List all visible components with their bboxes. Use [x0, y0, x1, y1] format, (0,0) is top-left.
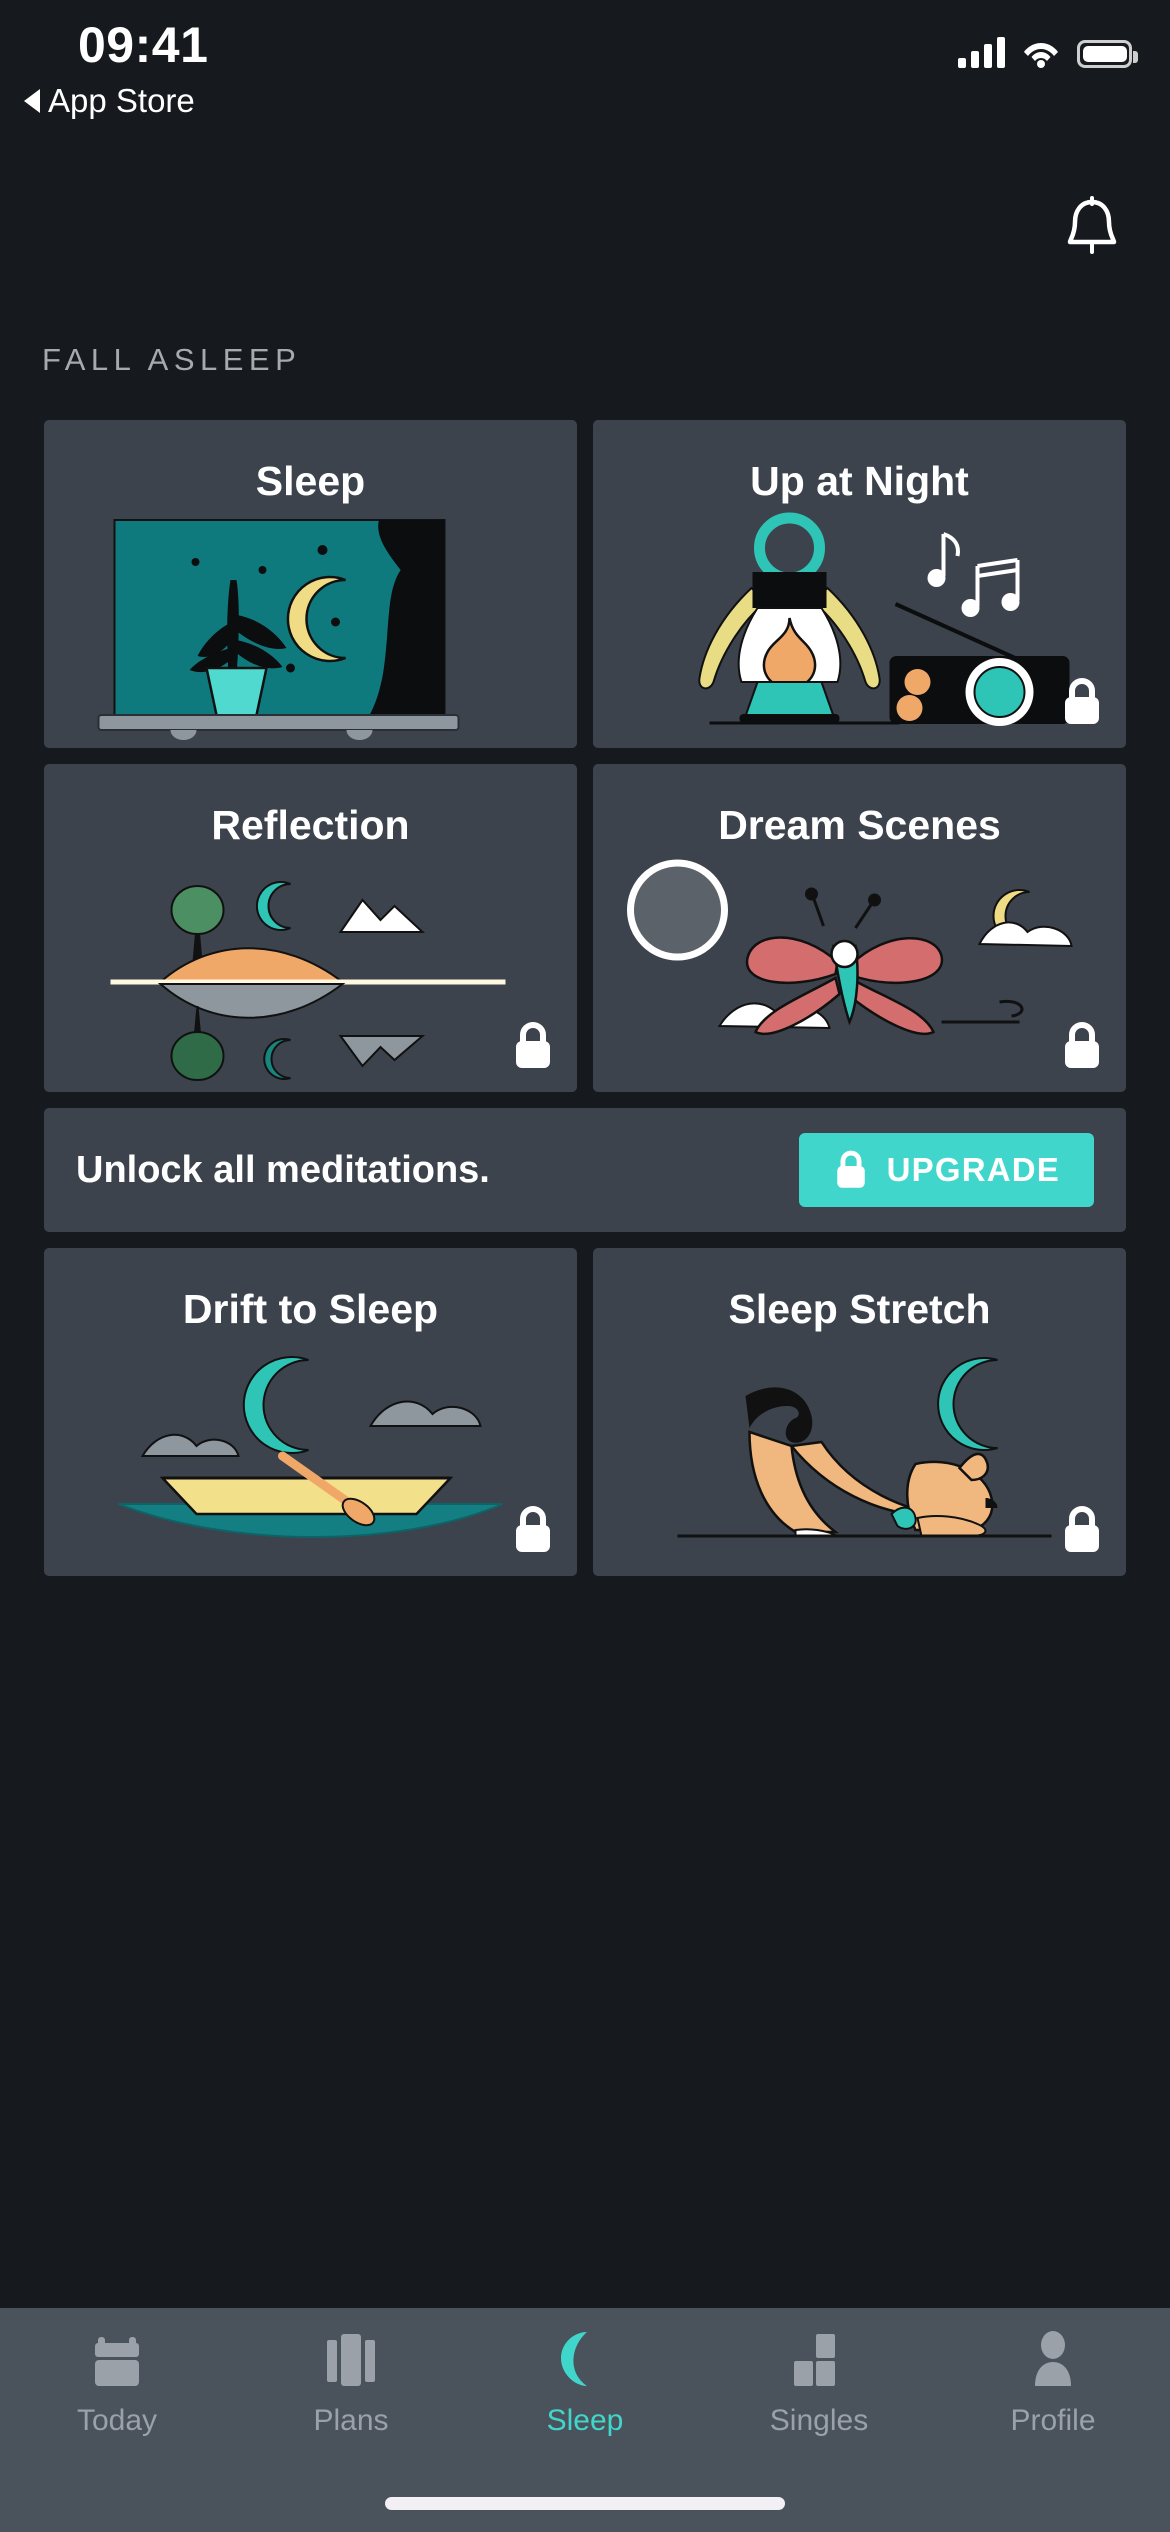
- status-bar-time: 09:41: [78, 17, 209, 73]
- card-up-at-night[interactable]: Up at Night: [593, 420, 1126, 748]
- card-drift-to-sleep[interactable]: Drift to Sleep: [44, 1248, 577, 1576]
- illustration-drift-to-sleep: [44, 1338, 577, 1576]
- card-sleep[interactable]: Sleep: [44, 420, 577, 748]
- illustration-night-window: [44, 510, 577, 748]
- card-reflection[interactable]: Reflection: [44, 764, 577, 1092]
- lock-icon: [1065, 1022, 1099, 1068]
- triangle-left-icon: [24, 89, 40, 113]
- app-screen: 09:41 App Store FALL ASLEEP Sleep Up at …: [0, 0, 1170, 2532]
- battery-full-icon: [1077, 40, 1138, 68]
- tab-profile[interactable]: Profile: [936, 2308, 1170, 2458]
- person-icon: [1025, 2330, 1081, 2388]
- illustration-reflection: [44, 854, 577, 1092]
- notifications-button[interactable]: [1052, 185, 1132, 265]
- calendar-icon: [89, 2330, 145, 2388]
- banner-text: Unlock all meditations.: [76, 1148, 490, 1191]
- card-title: Dream Scenes: [718, 802, 1001, 848]
- tab-plans[interactable]: Plans: [234, 2308, 468, 2458]
- lock-icon: [516, 1022, 550, 1068]
- lock-icon: [836, 1150, 865, 1188]
- card-grid: Sleep Up at Night Reflection Dream Scene…: [44, 420, 1126, 1592]
- status-bar: 09:41 App Store: [0, 0, 1170, 150]
- tab-label: Profile: [1010, 2404, 1096, 2437]
- tab-label: Sleep: [546, 2404, 624, 2437]
- tab-today[interactable]: Today: [0, 2308, 234, 2458]
- upgrade-button[interactable]: UPGRADE: [798, 1133, 1094, 1207]
- card-row: Reflection Dream Scenes: [44, 764, 1126, 1092]
- card-title: Reflection: [211, 802, 410, 848]
- card-dream-scenes[interactable]: Dream Scenes: [593, 764, 1126, 1092]
- lock-icon: [1065, 678, 1099, 724]
- tab-label: Today: [76, 2404, 158, 2437]
- illustration-sleep-stretch: [593, 1338, 1126, 1576]
- upgrade-banner: Unlock all meditations. UPGRADE: [44, 1108, 1126, 1232]
- lock-icon: [1065, 1506, 1099, 1552]
- illustration-dream-scenes: [593, 854, 1126, 1092]
- tab-sleep[interactable]: Sleep: [468, 2308, 702, 2458]
- blocks-icon: [791, 2330, 847, 2388]
- wifi-icon: [1022, 38, 1060, 68]
- section-title: FALL ASLEEP: [42, 342, 302, 377]
- back-to-app-store[interactable]: App Store: [24, 82, 195, 120]
- lock-icon: [516, 1506, 550, 1552]
- cellular-signal-icon: [958, 36, 1005, 68]
- tab-singles[interactable]: Singles: [702, 2308, 936, 2458]
- bell-icon: [1067, 196, 1117, 254]
- card-title: Sleep: [255, 458, 366, 504]
- card-title: Sleep Stretch: [728, 1286, 991, 1332]
- status-bar-indicators: [958, 36, 1138, 68]
- card-sleep-stretch[interactable]: Sleep Stretch: [593, 1248, 1126, 1576]
- card-row: Drift to Sleep Sleep Stretch: [44, 1248, 1126, 1576]
- tab-label: Singles: [769, 2404, 869, 2437]
- upgrade-button-label: UPGRADE: [886, 1151, 1060, 1188]
- cards-icon: [323, 2330, 379, 2388]
- card-title: Up at Night: [750, 458, 969, 504]
- card-row: Sleep Up at Night: [44, 420, 1126, 748]
- illustration-lantern-radio: [593, 510, 1126, 748]
- moon-icon: [557, 2330, 613, 2388]
- back-label: App Store: [48, 82, 195, 119]
- bottom-tab-bar: Today Plans Sleep Singles Profile: [0, 2308, 1170, 2532]
- home-indicator[interactable]: [385, 2497, 785, 2510]
- card-title: Drift to Sleep: [182, 1286, 439, 1332]
- tab-label: Plans: [313, 2404, 389, 2437]
